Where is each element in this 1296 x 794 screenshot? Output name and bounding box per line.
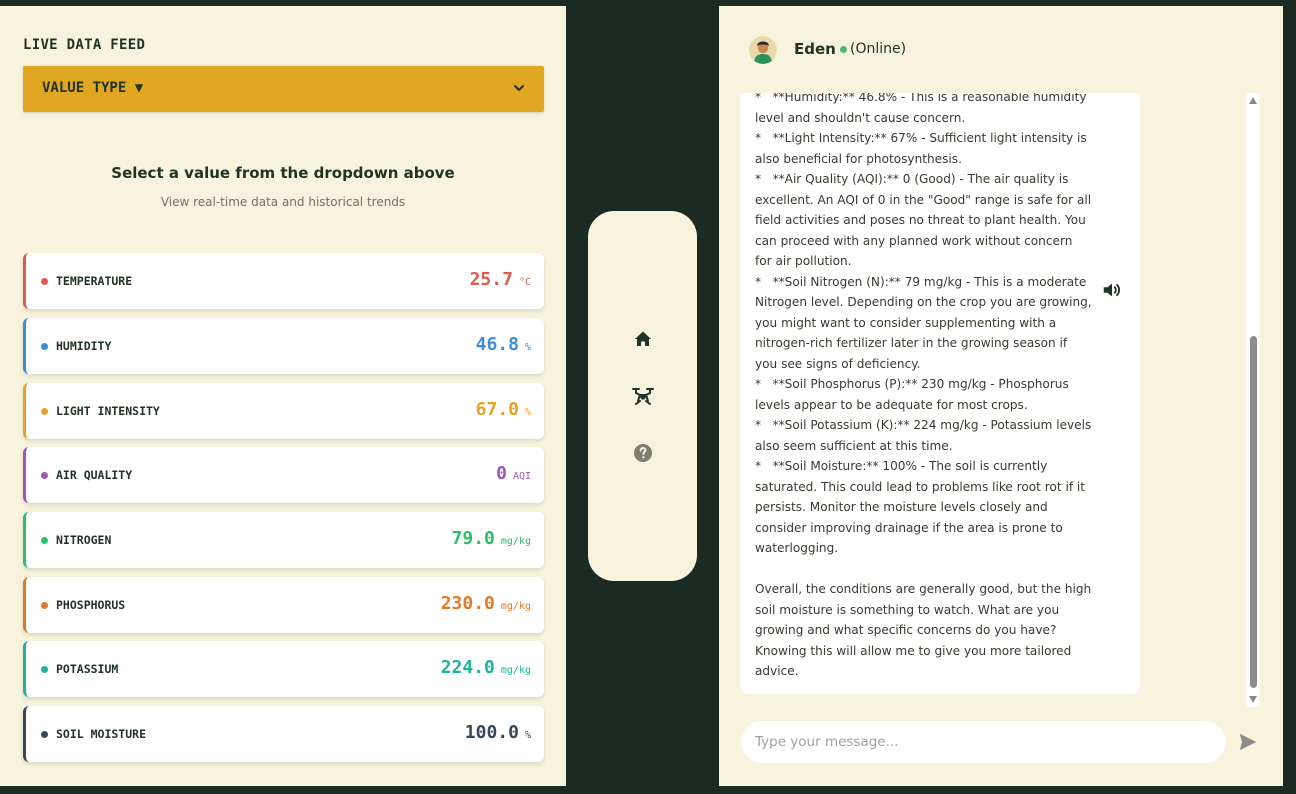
bot-message-bubble: * **Humidity:** 46.8% - This is a reason… xyxy=(740,93,1140,694)
status-dot xyxy=(41,408,48,415)
metric-value: 224.0 xyxy=(440,657,495,678)
status-dot xyxy=(41,472,48,479)
metric-label: AIR QUALITY xyxy=(56,468,133,482)
metric-value: 46.8 xyxy=(475,334,519,355)
status-dot xyxy=(41,537,48,544)
metric-value: 230.0 xyxy=(440,593,495,614)
metric-card-humidity[interactable]: HUMIDITY 46.8% xyxy=(23,318,544,374)
metric-label: NITROGEN xyxy=(56,533,112,547)
metric-value: 0 xyxy=(496,463,507,484)
scroll-up-arrow[interactable] xyxy=(1249,97,1257,104)
metric-unit: °C xyxy=(518,277,531,288)
metric-value: 100.0 xyxy=(464,722,519,743)
metric-unit: % xyxy=(524,407,531,418)
metric-label: HUMIDITY xyxy=(56,339,112,353)
chat-messages[interactable]: * **Humidity:** 46.8% - This is a reason… xyxy=(740,93,1261,707)
metric-label: LIGHT INTENSITY xyxy=(56,404,160,418)
metric-card-soil-moisture[interactable]: SOIL MOISTURE 100.0% xyxy=(23,706,544,762)
online-status-text: (Online) xyxy=(850,41,907,57)
metric-unit: % xyxy=(524,342,531,353)
metric-unit: mg/kg xyxy=(500,536,531,547)
message-input[interactable] xyxy=(741,721,1226,763)
select-prompt-title: Select a value from the dropdown above xyxy=(111,164,455,182)
select-prompt-subtitle: View real-time data and historical trend… xyxy=(160,195,406,209)
dropdown-label: VALUE TYPE ▼ xyxy=(42,80,144,96)
scrollbar-thumb[interactable] xyxy=(1250,336,1257,688)
status-dot xyxy=(41,666,48,673)
metric-card-light-intensity[interactable]: LIGHT INTENSITY 67.0% xyxy=(23,383,544,439)
avatar xyxy=(749,36,777,64)
metric-value: 79.0 xyxy=(451,528,495,549)
metric-card-potassium[interactable]: POTASSIUM 224.0 mg/kg xyxy=(23,641,544,697)
metric-label: POTASSIUM xyxy=(56,662,119,676)
help-icon[interactable] xyxy=(631,441,655,465)
contact-name: Eden xyxy=(794,40,836,58)
metric-unit: % xyxy=(524,730,531,741)
send-icon[interactable] xyxy=(1237,731,1259,753)
speaker-icon[interactable] xyxy=(1101,279,1123,301)
metric-card-temperature[interactable]: TEMPERATURE 25.7 °C xyxy=(23,253,544,309)
metric-card-air-quality[interactable]: AIR QUALITY 0 AQI xyxy=(23,447,544,503)
chevron-down-icon xyxy=(514,85,524,91)
online-status-dot xyxy=(840,46,847,53)
metric-unit: mg/kg xyxy=(500,665,531,676)
live-data-panel: LIVE DATA FEED VALUE TYPE ▼ Select a val… xyxy=(0,6,566,786)
metric-unit: AQI xyxy=(512,471,531,482)
nav-sidebar xyxy=(588,211,697,581)
status-dot xyxy=(41,278,48,285)
metric-card-nitrogen[interactable]: NITROGEN 79.0 mg/kg xyxy=(23,512,544,568)
metric-unit: mg/kg xyxy=(500,601,531,612)
metric-card-phosphorus[interactable]: PHOSPHORUS 230.0 mg/kg xyxy=(23,577,544,633)
chat-panel: Eden (Online) * **Humidity:** 46.8% - Th… xyxy=(719,6,1283,786)
status-dot xyxy=(41,602,48,609)
status-dot xyxy=(41,731,48,738)
metric-label: PHOSPHORUS xyxy=(56,598,126,612)
message-text: * **Humidity:** 46.8% - This is a reason… xyxy=(755,93,1092,678)
metric-label: SOIL MOISTURE xyxy=(56,727,147,741)
chat-scrollbar[interactable] xyxy=(1246,93,1260,707)
value-type-dropdown[interactable]: VALUE TYPE ▼ xyxy=(23,66,544,112)
drone-icon[interactable] xyxy=(631,384,655,408)
metric-value: 25.7 xyxy=(469,269,513,290)
scroll-down-arrow[interactable] xyxy=(1249,696,1257,703)
status-dot xyxy=(41,343,48,350)
home-icon[interactable] xyxy=(631,327,655,351)
metric-label: TEMPERATURE xyxy=(56,274,133,288)
feed-title: LIVE DATA FEED xyxy=(23,37,146,53)
metric-value: 67.0 xyxy=(475,399,519,420)
